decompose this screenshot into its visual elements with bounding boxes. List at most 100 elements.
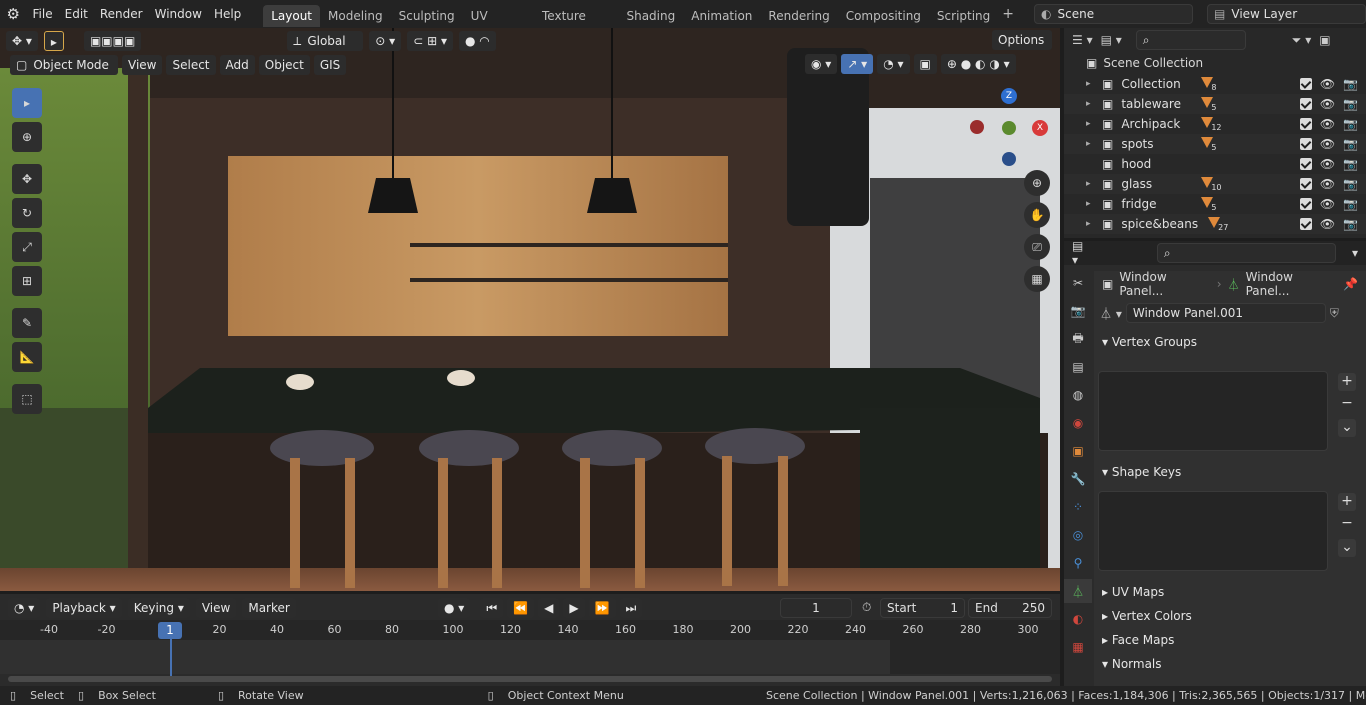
gis-menu[interactable]: GIS bbox=[313, 55, 347, 75]
play-icon[interactable]: ▶ bbox=[563, 598, 585, 618]
gizmo-toggle-icon[interactable]: ↗ ▾ bbox=[841, 54, 874, 74]
overlay-toggle-icon[interactable]: ◔ ▾ bbox=[877, 54, 910, 74]
gizmo-y-axis[interactable] bbox=[1002, 121, 1016, 135]
menu-help[interactable]: Help bbox=[208, 0, 247, 28]
mesh-browse-icon[interactable]: ⏃ ▾ bbox=[1100, 305, 1122, 322]
camera-icon[interactable]: 📷 bbox=[1343, 77, 1358, 91]
playback-menu[interactable]: Playback ▾ bbox=[46, 598, 122, 618]
annotate-tool-icon[interactable]: ✎ bbox=[12, 308, 42, 338]
measure-tool-icon[interactable]: 📐 bbox=[12, 342, 42, 372]
snapping-toggle[interactable]: ⊂ ⊞ ▾ bbox=[407, 31, 453, 51]
exclude-checkbox[interactable] bbox=[1299, 198, 1312, 210]
tab-scripting[interactable]: Scripting bbox=[929, 5, 998, 27]
navigation-gizmo[interactable]: Z X bbox=[968, 88, 1048, 168]
camera-icon[interactable]: 📷 bbox=[1343, 177, 1358, 191]
exclude-checkbox[interactable] bbox=[1299, 98, 1312, 110]
exclude-checkbox[interactable] bbox=[1299, 158, 1312, 170]
vertex-group-add-button[interactable]: + bbox=[1338, 373, 1356, 391]
physics-tab-icon[interactable]: ◎ bbox=[1064, 523, 1092, 547]
object-menu[interactable]: Object bbox=[258, 55, 310, 75]
select-menu[interactable]: Select bbox=[166, 55, 216, 75]
end-frame-field[interactable]: End 250 bbox=[968, 598, 1052, 618]
new-collection-icon[interactable]: ▣ bbox=[1319, 33, 1330, 47]
expand-arrow-icon[interactable]: ▸ bbox=[1086, 99, 1100, 109]
properties-search-input[interactable]: ⌕ bbox=[1156, 243, 1336, 263]
visibility-icon[interactable]: ◉ ▾ bbox=[805, 54, 838, 74]
view-layer-selector[interactable]: ▤ View Layer bbox=[1207, 4, 1366, 24]
xray-toggle-icon[interactable]: ▣ bbox=[913, 54, 937, 74]
camera-icon[interactable]: 📷 bbox=[1343, 97, 1358, 111]
play-reverse-icon[interactable]: ◀ bbox=[538, 598, 560, 618]
vertex-group-specials-button[interactable]: ⌄ bbox=[1338, 419, 1356, 437]
playhead-frame-badge[interactable]: 1 bbox=[158, 622, 182, 639]
outliner-search-input[interactable]: ⌕ bbox=[1135, 30, 1246, 50]
view-menu[interactable]: View bbox=[122, 55, 163, 75]
menu-edit[interactable]: Edit bbox=[59, 0, 94, 28]
gizmo-neg-x-axis[interactable] bbox=[970, 120, 984, 134]
outliner-editor-type-icon[interactable]: ☰ ▾ bbox=[1072, 33, 1093, 47]
zoom-icon[interactable]: ⊕ bbox=[1024, 170, 1050, 196]
pan-hand-icon[interactable]: ✋ bbox=[1024, 202, 1050, 228]
gizmo-z-axis[interactable]: Z bbox=[1001, 88, 1017, 104]
camera-icon[interactable]: 📷 bbox=[1343, 197, 1358, 211]
next-keyframe-icon[interactable]: ⏩ bbox=[588, 598, 616, 618]
outliner-row[interactable]: ▸ ▣ glass 10 👁 📷 bbox=[1064, 174, 1366, 194]
eye-icon[interactable]: 👁 bbox=[1320, 137, 1335, 151]
shape-key-specials-button[interactable]: ⌄ bbox=[1338, 539, 1356, 557]
transform-orientation-dropdown[interactable]: ⟂ Global bbox=[287, 31, 364, 51]
jump-end-icon[interactable]: ⏭ bbox=[619, 598, 643, 618]
gizmo-x-axis[interactable]: X bbox=[1032, 120, 1048, 136]
exclude-checkbox[interactable] bbox=[1299, 138, 1312, 150]
properties-editor-type-icon[interactable]: ▤ ▾ bbox=[1072, 239, 1091, 267]
timeline-editor-type-icon[interactable]: ◔ ▾ bbox=[8, 598, 41, 618]
keying-menu[interactable]: Keying ▾ bbox=[127, 598, 190, 618]
shape-keys-panel-header[interactable]: ▾ Shape Keys bbox=[1094, 461, 1366, 483]
select-tool-button[interactable]: ▸ bbox=[43, 31, 64, 51]
marker-menu[interactable]: Marker bbox=[242, 598, 296, 618]
outliner-row[interactable]: ▸ ▣ Collection 8 👁 📷 bbox=[1064, 74, 1366, 94]
expand-arrow-icon[interactable]: ▸ bbox=[1086, 139, 1100, 149]
proportional-edit-toggle[interactable]: ● ◠ bbox=[458, 31, 496, 51]
outliner-row[interactable]: ▸ ▣ Archipack 12 👁 📷 bbox=[1064, 114, 1366, 134]
move-tool-icon[interactable]: ✥ bbox=[12, 164, 42, 194]
eye-icon[interactable]: 👁 bbox=[1320, 97, 1335, 111]
gizmo-neg-z-axis[interactable] bbox=[1002, 152, 1016, 166]
timeline-scrollbar[interactable] bbox=[8, 676, 1052, 682]
uv-maps-panel-header[interactable]: ▸ UV Maps bbox=[1094, 581, 1366, 603]
blender-logo-icon[interactable]: ⚙ bbox=[0, 5, 27, 23]
shape-keys-list[interactable] bbox=[1098, 491, 1328, 571]
jump-start-icon[interactable]: ⏮ bbox=[480, 598, 504, 618]
tab-rendering[interactable]: Rendering bbox=[760, 5, 837, 27]
menu-window[interactable]: Window bbox=[149, 0, 208, 28]
add-menu[interactable]: Add bbox=[219, 55, 255, 75]
fake-user-shield-icon[interactable]: ⛨ bbox=[1330, 306, 1339, 321]
select-box-tool-icon[interactable]: ▸ bbox=[12, 88, 42, 118]
tab-uv-editing[interactable]: UV Editing bbox=[463, 5, 534, 45]
tab-layout[interactable]: Layout bbox=[263, 4, 321, 27]
transform-tool-icon[interactable]: ⊞ bbox=[12, 266, 42, 296]
constraints-tab-icon[interactable]: ⚲ bbox=[1064, 551, 1092, 575]
display-mode-icon[interactable]: ▤ ▾ bbox=[1101, 33, 1122, 47]
normals-panel-header[interactable]: ▾ Normals bbox=[1094, 653, 1366, 675]
outliner-row[interactable]: ▸ ▣ tableware 5 👁 📷 bbox=[1064, 94, 1366, 114]
filter-icon[interactable]: ⏷ ▾ bbox=[1292, 33, 1311, 48]
eye-icon[interactable]: 👁 bbox=[1320, 117, 1335, 131]
editor-type-button[interactable]: ✥ ▾ bbox=[6, 31, 38, 51]
tab-texture-paint[interactable]: Texture Paint bbox=[534, 5, 618, 45]
tool-tab-icon[interactable]: ✂ bbox=[1064, 271, 1092, 295]
exclude-checkbox[interactable] bbox=[1299, 78, 1312, 90]
material-tab-icon[interactable]: ◐ bbox=[1064, 607, 1092, 631]
object-tab-icon[interactable]: ▣ bbox=[1064, 439, 1092, 463]
expand-arrow-icon[interactable]: ▸ bbox=[1086, 79, 1100, 89]
mesh-name-field[interactable]: Window Panel.001 bbox=[1125, 303, 1326, 323]
exclude-checkbox[interactable] bbox=[1299, 118, 1312, 130]
prev-keyframe-icon[interactable]: ⏪ bbox=[507, 598, 535, 618]
expand-arrow-icon[interactable]: ▸ bbox=[1086, 119, 1100, 129]
select-mode-buttons[interactable]: ▣▣▣▣ bbox=[83, 31, 142, 51]
tab-compositing[interactable]: Compositing bbox=[838, 5, 929, 27]
scene-collection-row[interactable]: ▣ Scene Collection bbox=[1064, 52, 1366, 74]
camera-icon[interactable]: 📷 bbox=[1343, 217, 1358, 231]
view-layer-tab-icon[interactable]: ▤ bbox=[1064, 355, 1092, 379]
face-maps-panel-header[interactable]: ▸ Face Maps bbox=[1094, 629, 1366, 651]
exclude-checkbox[interactable] bbox=[1299, 178, 1312, 190]
